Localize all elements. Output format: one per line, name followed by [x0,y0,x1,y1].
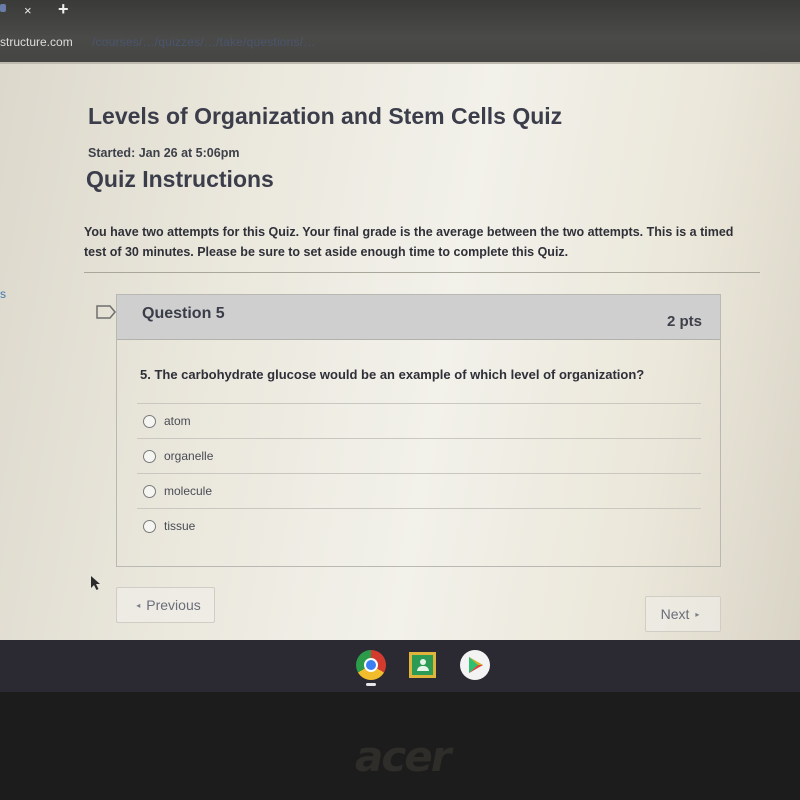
mouse-cursor-icon [91,576,100,590]
browser-chrome: × + structure.com /courses/…/quizzes/…/t… [0,0,800,62]
answer-list: atom organelle molecule tissue [137,403,701,543]
page-divider [0,62,800,64]
question-text: 5. The carbohydrate glucose would be an … [140,367,645,382]
google-classroom-icon[interactable] [409,652,436,678]
flag-question-icon[interactable] [96,305,116,319]
play-store-icon[interactable] [460,650,490,680]
answer-label[interactable]: tissue [164,519,195,533]
radio-button[interactable] [143,519,156,533]
answer-option[interactable]: tissue [137,508,701,543]
instructions-heading: Quiz Instructions [86,166,274,192]
tab-close-icon[interactable]: × [24,3,32,18]
previous-arrow-icon: ◂ [136,600,141,610]
laptop-bezel: acer [0,692,800,800]
tab-favicon[interactable] [0,4,6,12]
started-timestamp: Started: Jan 26 at 5:06pm [88,146,240,160]
next-button[interactable]: Next ▸ [645,596,721,632]
previous-button[interactable]: ◂ Previous [116,587,215,623]
question-number: Question 5 [142,305,225,322]
new-tab-icon[interactable]: + [58,0,69,20]
previous-label: Previous [146,597,201,613]
chrome-icon[interactable] [356,650,386,680]
answer-label[interactable]: atom [164,414,191,428]
instructions-divider [84,272,760,273]
radio-button[interactable] [143,414,156,428]
question-header: Question 5 2 pts [117,295,720,340]
answer-option[interactable]: molecule [137,473,701,508]
url-path[interactable]: /courses/…/quizzes/…/take/questions/… [92,35,316,49]
answer-option[interactable]: atom [137,403,701,438]
instructions-text: You have two attempts for this Quiz. You… [84,225,734,259]
question-card: Question 5 2 pts 5. The carbohydrate glu… [116,294,721,567]
radio-button[interactable] [143,484,156,498]
sidebar-link[interactable]: s [0,287,6,301]
quiz-title: Levels of Organization and Stem Cells Qu… [88,103,563,129]
brand-logo: acer [355,732,451,781]
active-app-indicator [366,683,376,686]
radio-button[interactable] [143,449,156,463]
answer-label[interactable]: molecule [164,484,212,498]
url-host[interactable]: structure.com [0,35,73,49]
answer-option[interactable]: organelle [137,438,701,473]
os-shelf [0,640,800,692]
quiz-page: s Levels of Organization and Stem Cells … [0,62,800,640]
question-points: 2 pts [666,313,702,330]
next-arrow-icon: ▸ [695,609,700,619]
answer-label[interactable]: organelle [164,449,213,463]
next-label: Next [660,606,690,622]
